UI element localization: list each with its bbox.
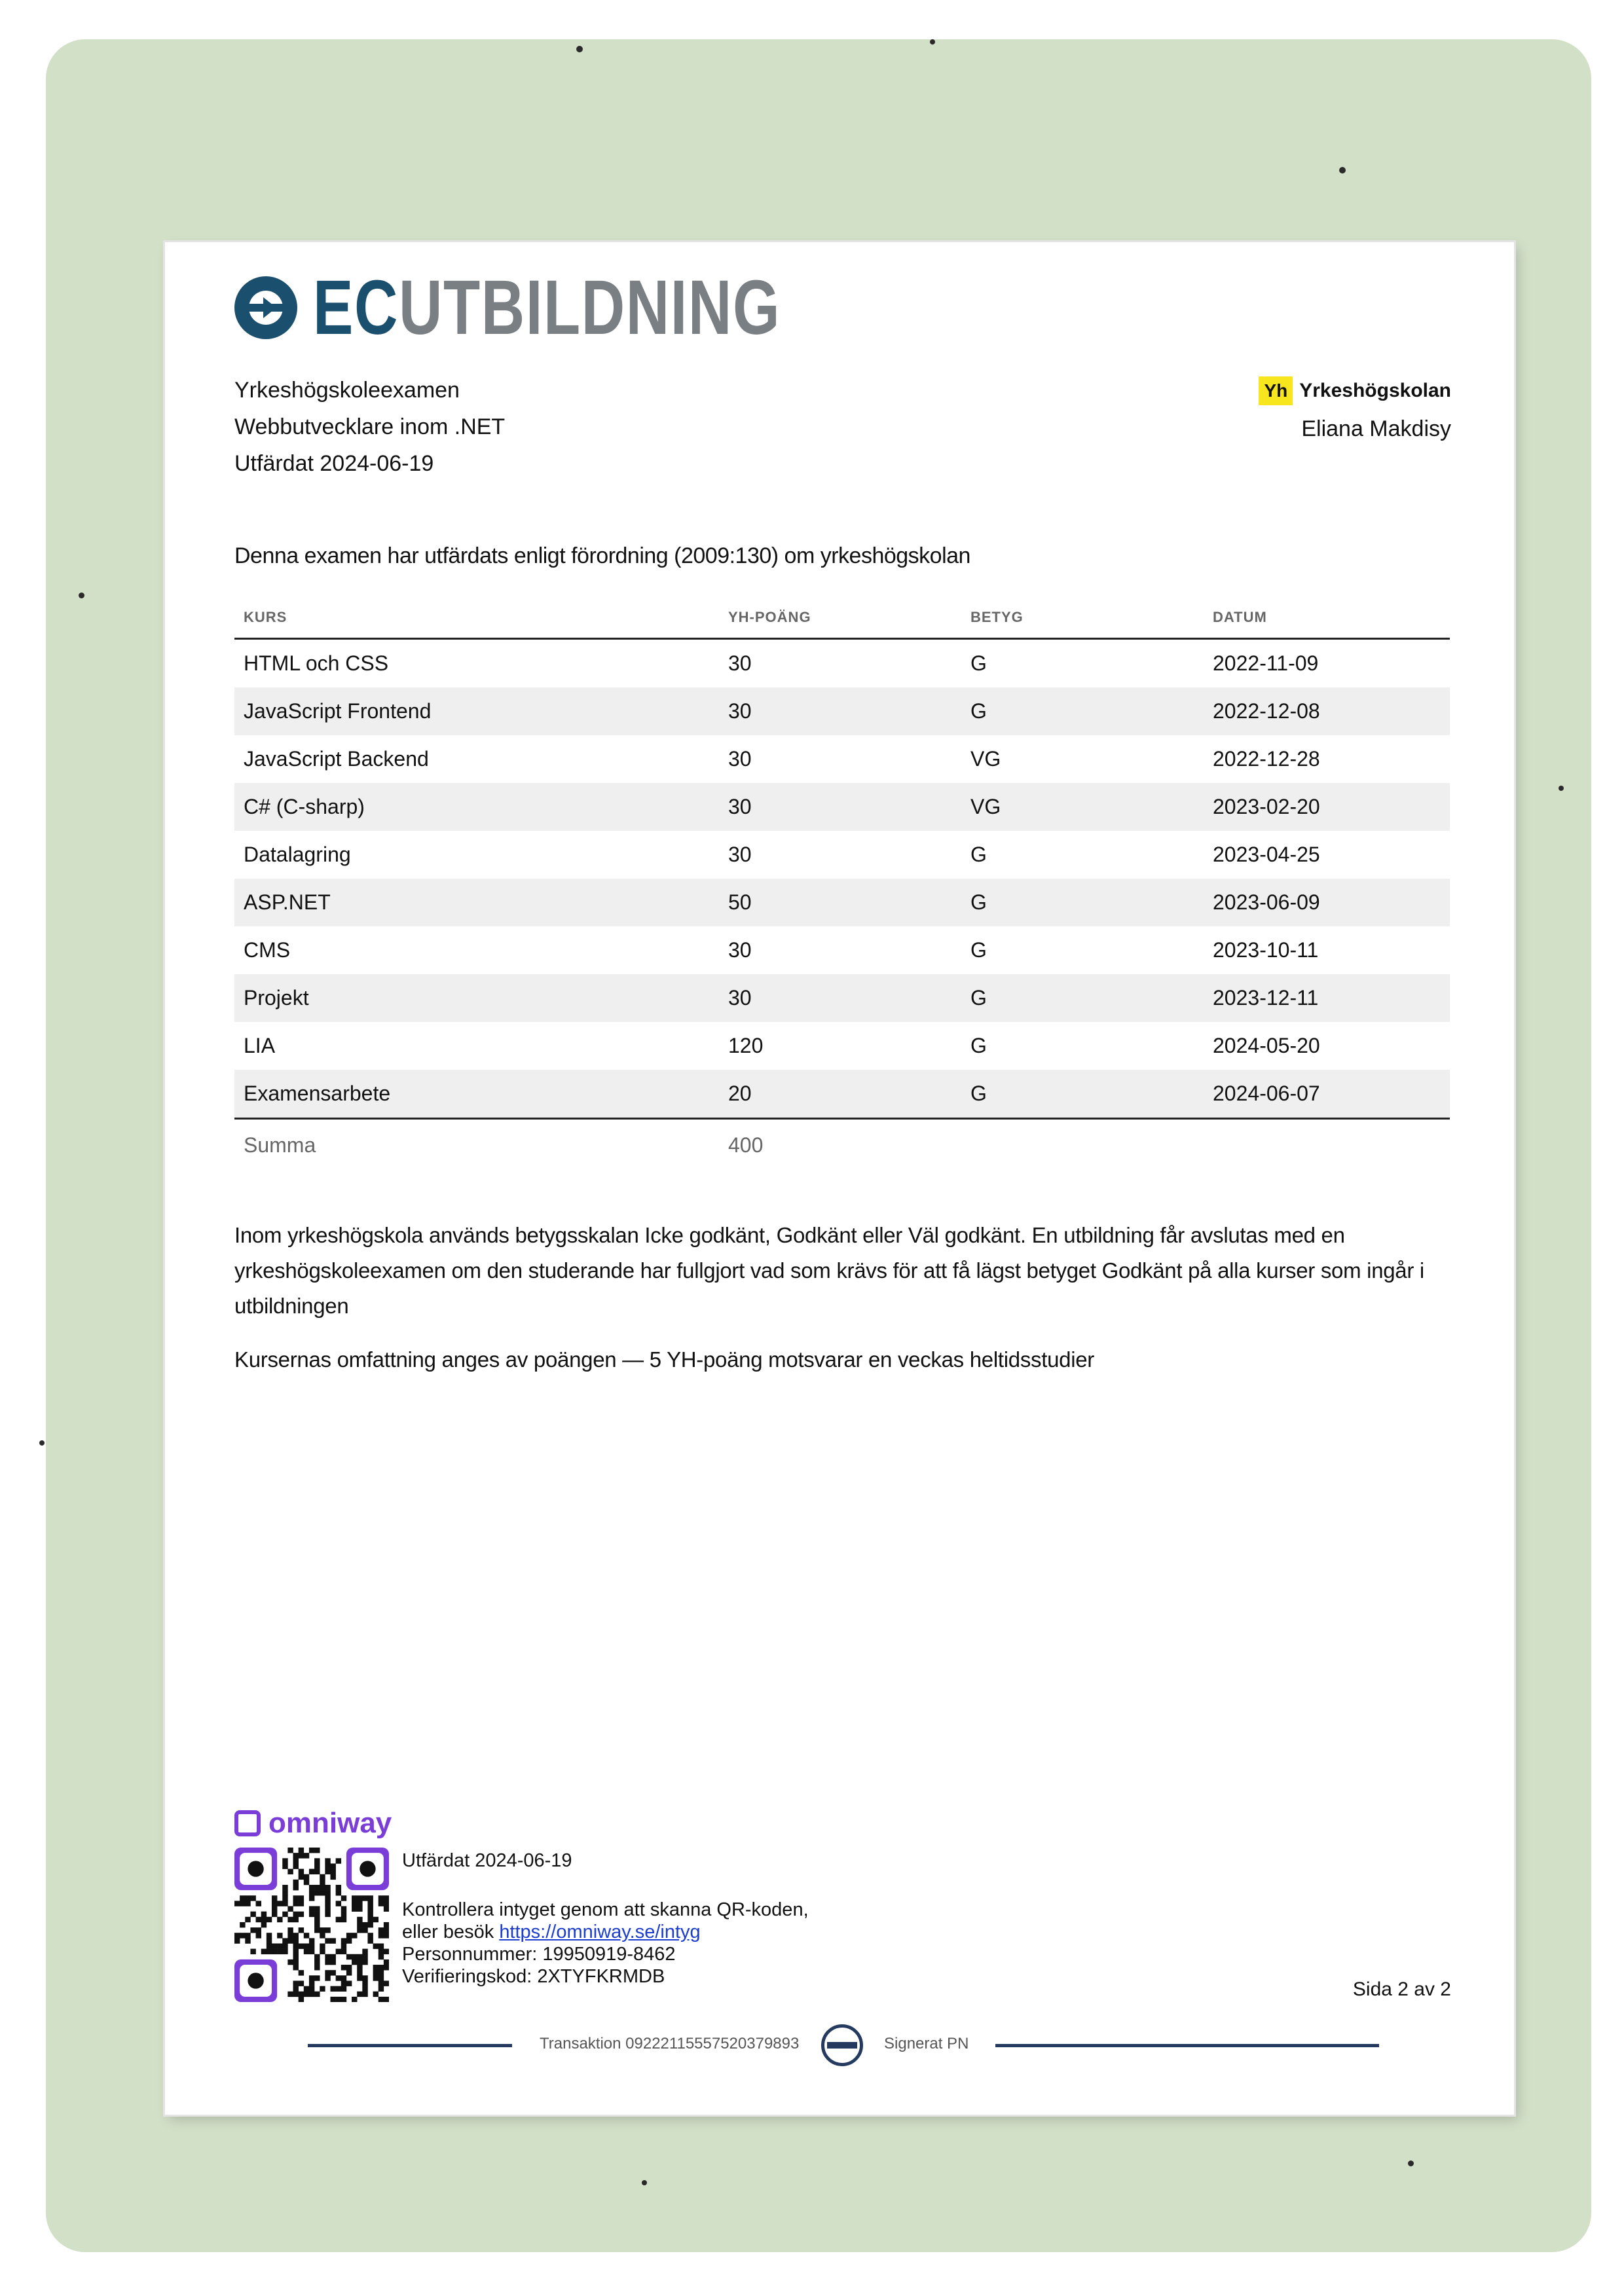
table-row: JavaScript Backend 30 VG 2022-12-28 (234, 735, 1450, 783)
points-note: Kursernas omfattning anges av poängen — … (234, 1347, 1094, 1372)
table-row: Datalagring 30 G 2023-04-25 (234, 831, 1450, 879)
omniway-wordmark: omniway (268, 1807, 392, 1839)
course-points: 30 (728, 651, 752, 675)
course-name: Datalagring (244, 843, 351, 866)
course-points: 50 (719, 879, 961, 926)
course-points: 30 (719, 974, 961, 1022)
qr-code[interactable] (234, 1848, 389, 2002)
course-name: C# (C-sharp) (234, 783, 719, 831)
omniway-logo: omniway (234, 1807, 392, 1840)
course-date: 2023-12-11 (1204, 974, 1450, 1022)
course-grade: VG (970, 747, 1001, 771)
signed-label: Signerat PN (884, 2035, 969, 2052)
course-grade: VG (961, 783, 1204, 831)
course-grade: G (970, 938, 987, 962)
verification-block: Kontrollera intyget genom att skanna QR-… (402, 1899, 809, 1988)
speck (930, 39, 935, 45)
seal-icon (821, 2024, 863, 2066)
course-date: 2023-10-11 (1213, 938, 1319, 962)
course-grade: G (970, 651, 987, 675)
table-row: HTML och CSS 30 G 2022-11-09 (234, 639, 1450, 688)
column-header-date: DATUM (1204, 609, 1450, 640)
speck (1339, 167, 1346, 173)
column-header-points: YH-POÄNG (719, 609, 961, 640)
column-header-course: KURS (234, 609, 719, 640)
student-name: Eliana Makdisy (1301, 416, 1451, 441)
table-row: JavaScript Frontend 30 G 2022-12-08 (234, 687, 1450, 735)
ec-logo: ECUTBILDNING (234, 268, 913, 347)
table-row: CMS 30 G 2023-10-11 (234, 926, 1450, 974)
course-points: 30 (728, 747, 752, 771)
certificate-page: ECUTBILDNING Yrkeshögskoleexamen Webbutv… (165, 242, 1514, 2115)
course-name: LIA (244, 1034, 276, 1057)
speck (1408, 2160, 1414, 2166)
sum-value: 400 (728, 1133, 764, 1157)
speck (39, 1440, 45, 1446)
course-points: 30 (728, 843, 752, 866)
exam-header: Yrkeshögskoleexamen Webbutvecklare inom … (234, 372, 505, 482)
course-grade: G (961, 687, 1204, 735)
table-row: C# (C-sharp) 30 VG 2023-02-20 (234, 783, 1450, 831)
course-name: HTML och CSS (244, 651, 389, 675)
sum-label: Summa (244, 1133, 316, 1157)
course-grade: G (970, 843, 987, 866)
yh-badge-icon: Yh (1259, 376, 1293, 405)
course-date: 2023-06-09 (1204, 879, 1450, 926)
school-name: Yrkeshögskolan (1299, 380, 1451, 401)
course-name: JavaScript Backend (244, 747, 429, 771)
omniway-icon (234, 1810, 261, 1836)
personnummer: Personnummer: 19950919-8462 (402, 1944, 676, 1965)
table-row: ASP.NET 50 G 2023-06-09 (234, 879, 1450, 926)
course-date: 2022-11-09 (1213, 651, 1319, 675)
course-points: 120 (728, 1034, 764, 1057)
table-row: Examensarbete 20 G 2024-06-07 (234, 1070, 1450, 1120)
course-date: 2023-04-25 (1213, 843, 1320, 866)
course-points: 30 (728, 938, 752, 962)
course-points: 30 (719, 687, 961, 735)
course-points: 20 (719, 1070, 961, 1120)
course-grade: G (961, 974, 1204, 1022)
ec-logo-icon (234, 276, 297, 339)
course-name: JavaScript Frontend (234, 687, 719, 735)
intro-text: Denna examen har utfärdats enligt förord… (234, 543, 970, 568)
issued-date: Utfärdat 2024-06-19 (234, 451, 434, 476)
divider-right (995, 2044, 1379, 2047)
course-name: Projekt (234, 974, 719, 1022)
table-row: Projekt 30 G 2023-12-11 (234, 974, 1450, 1022)
column-header-grade: BETYG (961, 609, 1204, 640)
speck (79, 592, 84, 598)
grades-table: KURS YH-POÄNG BETYG DATUM HTML och CSS 30… (234, 609, 1450, 1171)
course-date: 2022-12-08 (1204, 687, 1450, 735)
verification-code: Verifieringskod: 2XTYFKRMDB (402, 1966, 665, 1987)
school-header: Yh Yrkeshögskolan Eliana Makdisy (1259, 371, 1451, 448)
page-number: Sida 2 av 2 (1352, 1978, 1451, 2000)
course-name: Examensarbete (234, 1070, 719, 1120)
footer-issued: Utfärdat 2024-06-19 (402, 1850, 572, 1871)
divider-left (308, 2044, 512, 2047)
program-name: Webbutvecklare inom .NET (234, 414, 506, 439)
exam-type: Yrkeshögskoleexamen (234, 378, 460, 403)
transaction-id: Transaktion 09222115557520379893 (540, 2035, 800, 2052)
course-date: 2022-12-28 (1213, 747, 1320, 771)
brand-wordmark: ECUTBILDNING (313, 264, 781, 351)
table-row: LIA 120 G 2024-05-20 (234, 1022, 1450, 1070)
speck (1559, 786, 1564, 791)
grading-note: Inom yrkeshögskola används betygsskalan … (234, 1223, 1424, 1318)
course-grade: G (961, 1070, 1204, 1120)
course-grade: G (961, 879, 1204, 926)
speck (642, 2180, 647, 2185)
course-date: 2024-05-20 (1213, 1034, 1320, 1057)
table-header-row: KURS YH-POÄNG BETYG DATUM (234, 609, 1450, 640)
sum-row: Summa 400 (234, 1119, 1450, 1171)
course-date: 2023-02-20 (1204, 783, 1450, 831)
visit-line: eller besök https://omniway.se/intyg (402, 1922, 701, 1942)
course-name: ASP.NET (234, 879, 719, 926)
course-date: 2024-06-07 (1204, 1070, 1450, 1120)
course-grade: G (970, 1034, 987, 1057)
course-points: 30 (719, 783, 961, 831)
course-name: CMS (244, 938, 291, 962)
verify-link[interactable]: https://omniway.se/intyg (499, 1922, 700, 1942)
check-instruction: Kontrollera intyget genom att skanna QR-… (402, 1899, 809, 1920)
speck (576, 46, 583, 52)
